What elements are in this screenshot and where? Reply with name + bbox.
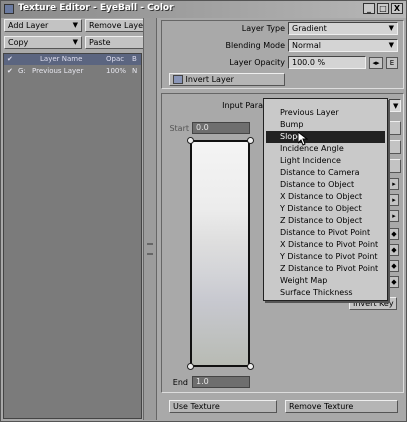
gradient-key-handle[interactable] bbox=[247, 363, 254, 370]
chevron-down-icon: ▼ bbox=[72, 21, 78, 29]
dropdown-item-incidence-angle[interactable]: Incidence Angle bbox=[266, 143, 385, 155]
column-opacity[interactable]: Opac bbox=[106, 54, 124, 65]
column-layer-name[interactable]: Layer Name bbox=[40, 54, 82, 65]
invert-layer-label: Invert Layer bbox=[185, 75, 234, 84]
add-layer-label: Add Layer bbox=[8, 21, 49, 30]
dropdown-item-distance-to-camera[interactable]: Distance to Camera bbox=[266, 167, 385, 179]
blending-mode-value: Normal bbox=[292, 41, 321, 50]
input-parameter-dropdown[interactable]: Previous Layer Bump Slope Incidence Angl… bbox=[263, 98, 388, 301]
start-label: Start bbox=[169, 124, 189, 133]
dropdown-item-distance-to-object[interactable]: Distance to Object bbox=[266, 179, 385, 191]
layer-row[interactable]: ✔ G: Previous Layer 100% N bbox=[4, 66, 141, 77]
chevron-down-icon: ▼ bbox=[388, 41, 394, 49]
start-value-input[interactable]: 0.0 bbox=[192, 122, 250, 134]
close-button[interactable]: X bbox=[391, 3, 403, 14]
title-bar[interactable]: Texture Editor - EyeBall - Color _ □ X bbox=[1, 1, 406, 18]
layer-type-select[interactable]: Gradient ▼ bbox=[288, 22, 398, 35]
chevron-down-icon: ▼ bbox=[72, 38, 78, 46]
gradient-side-button[interactable] bbox=[387, 121, 401, 135]
chevron-down-icon: ▼ bbox=[393, 102, 399, 110]
use-texture-button[interactable]: Use Texture bbox=[169, 400, 277, 413]
mouse-cursor-icon bbox=[298, 132, 308, 146]
chevron-down-icon: ▼ bbox=[388, 24, 394, 32]
grip-icon[interactable] bbox=[147, 243, 153, 255]
layer-list-header: ✔ Layer Name Opac B bbox=[4, 54, 141, 65]
layer-enabled-check[interactable]: ✔ bbox=[7, 66, 13, 77]
dropdown-item-distance-to-pivot-point[interactable]: Distance to Pivot Point bbox=[266, 227, 385, 239]
dropdown-item-z-distance-to-object[interactable]: Z Distance to Object bbox=[266, 215, 385, 227]
dropdown-item-light-incidence[interactable]: Light Incidence bbox=[266, 155, 385, 167]
gradient-key-handle[interactable] bbox=[187, 363, 194, 370]
layer-opacity-input[interactable]: 100.0 % bbox=[288, 56, 366, 69]
stepper-icon[interactable]: ▸ bbox=[389, 178, 399, 190]
stepper-icon[interactable]: ◆ bbox=[389, 260, 399, 272]
layer-opacity-label: Layer Opacity bbox=[229, 58, 285, 67]
gradient-bar[interactable] bbox=[190, 140, 250, 367]
layer-type: G: bbox=[18, 67, 26, 75]
envelope-e-icon[interactable]: E bbox=[386, 57, 398, 69]
gradient-key-handle[interactable] bbox=[187, 137, 194, 144]
dropdown-item-y-distance-to-object[interactable]: Y Distance to Object bbox=[266, 203, 385, 215]
remove-texture-button[interactable]: Remove Texture bbox=[285, 400, 398, 413]
layer-blend: N bbox=[132, 67, 138, 75]
add-layer-dropdown[interactable]: Add Layer ▼ bbox=[4, 19, 82, 32]
dropdown-item-weight-map[interactable]: Weight Map bbox=[266, 275, 385, 287]
column-check: ✔ bbox=[7, 55, 13, 63]
stepper-icon[interactable]: ◆ bbox=[389, 276, 399, 288]
paste-label: Paste bbox=[89, 38, 111, 47]
stepper-icon[interactable]: ▸ bbox=[389, 210, 399, 222]
gradient-side-button[interactable] bbox=[387, 159, 401, 173]
gradient-side-button[interactable] bbox=[387, 140, 401, 154]
opacity-stepper-icon[interactable]: ◂▸ bbox=[369, 57, 383, 69]
dropdown-item-previous-layer[interactable]: Previous Layer bbox=[266, 107, 385, 119]
blending-mode-label: Blending Mode bbox=[225, 41, 286, 50]
input-parameter-select-arrow[interactable]: ▼ bbox=[389, 99, 401, 112]
layer-list[interactable]: ✔ Layer Name Opac B ✔ G: Previous Layer … bbox=[3, 53, 142, 419]
panel-splitter[interactable] bbox=[143, 18, 157, 420]
dropdown-item-bump[interactable]: Bump bbox=[266, 119, 385, 131]
end-label: End bbox=[172, 378, 188, 387]
stepper-icon[interactable]: ◆ bbox=[389, 228, 399, 240]
input-parameter-label: Input Para bbox=[222, 101, 263, 110]
gradient-key-handle[interactable] bbox=[247, 137, 254, 144]
end-value-input[interactable]: 1.0 bbox=[192, 376, 250, 388]
layer-opacity: 100% bbox=[106, 67, 127, 75]
layer-type-label: Layer Type bbox=[241, 24, 285, 33]
maximize-button[interactable]: □ bbox=[377, 3, 389, 14]
dropdown-item-x-distance-to-pivot-point[interactable]: X Distance to Pivot Point bbox=[266, 239, 385, 251]
dropdown-item-slope[interactable]: Slope bbox=[266, 131, 385, 143]
stepper-icon[interactable]: ▸ bbox=[389, 194, 399, 206]
column-blend[interactable]: B bbox=[132, 54, 137, 65]
dropdown-item-surface-thickness[interactable]: Surface Thickness bbox=[266, 287, 385, 299]
app-icon bbox=[4, 4, 14, 14]
layer-type-value: Gradient bbox=[292, 24, 327, 33]
dropdown-item-x-distance-to-object[interactable]: X Distance to Object bbox=[266, 191, 385, 203]
stepper-icon[interactable]: ◆ bbox=[389, 244, 399, 256]
layer-name: Previous Layer bbox=[32, 67, 84, 75]
texture-editor-window: Texture Editor - EyeBall - Color _ □ X A… bbox=[0, 0, 407, 422]
dropdown-item-y-distance-to-pivot-point[interactable]: Y Distance to Pivot Point bbox=[266, 251, 385, 263]
invert-layer-button[interactable]: Invert Layer bbox=[169, 73, 285, 86]
checkbox-icon[interactable] bbox=[173, 75, 183, 84]
copy-dropdown[interactable]: Copy ▼ bbox=[4, 36, 82, 49]
blending-mode-select[interactable]: Normal ▼ bbox=[288, 39, 398, 52]
copy-label: Copy bbox=[8, 38, 29, 47]
minimize-button[interactable]: _ bbox=[363, 3, 375, 14]
dropdown-item-z-distance-to-pivot-point[interactable]: Z Distance to Pivot Point bbox=[266, 263, 385, 275]
window-title: Texture Editor - EyeBall - Color bbox=[18, 3, 174, 13]
